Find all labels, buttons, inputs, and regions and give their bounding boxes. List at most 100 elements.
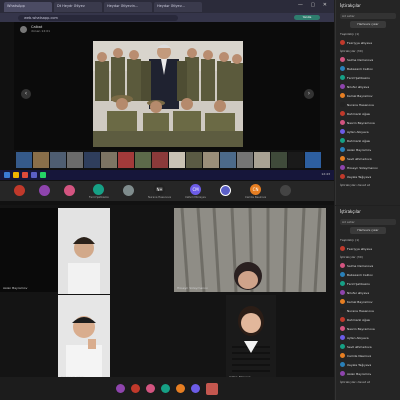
thumbnail[interactable] xyxy=(186,152,202,168)
whatsapp-icon[interactable] xyxy=(40,172,46,178)
self-view[interactable] xyxy=(206,382,218,395)
list-item[interactable]: Sevil Əhmədova xyxy=(336,342,400,351)
participant-avatar[interactable] xyxy=(176,384,185,393)
thumbnail[interactable] xyxy=(67,152,83,168)
invite-link[interactable]: İştirakçıları dəvət et xyxy=(336,181,400,189)
update-button[interactable]: Yenilə xyxy=(294,15,320,20)
list-item[interactable]: Babaxanli Cəlilov xyxy=(336,270,400,279)
list-item[interactable]: Hüseyn Süleymanov xyxy=(336,163,400,172)
start-icon[interactable] xyxy=(4,172,10,178)
list-item[interactable]: Rəhmanli Ağası xyxy=(336,315,400,324)
thumbnail[interactable] xyxy=(169,152,185,168)
mute-all-button[interactable]: Hamısını çıxar xyxy=(350,227,386,234)
url-field[interactable]: web.whatsapp.com xyxy=(18,14,178,21)
list-item[interactable]: Rəhmanli Ağası xyxy=(336,136,400,145)
thumbnail[interactable] xyxy=(33,152,49,168)
mute-all-button[interactable]: Hamısını çıxar xyxy=(350,21,386,28)
participant-avatar[interactable] xyxy=(131,384,140,393)
thumbnail[interactable] xyxy=(305,152,321,168)
participant-tile[interactable] xyxy=(64,185,75,197)
next-arrow-icon[interactable]: › xyxy=(304,89,314,99)
section-header[interactable]: İştirakçılar (30) xyxy=(336,253,400,261)
browser-icon[interactable] xyxy=(22,172,28,178)
list-item[interactable]: Aslan Bayramov xyxy=(336,369,400,378)
thumbnail[interactable] xyxy=(118,152,134,168)
list-item[interactable]: Nəsrin Bayramova xyxy=(336,324,400,333)
list-item[interactable]: Fərid Şahbazov xyxy=(336,73,400,82)
list-item[interactable]: Aytən Abiyeva xyxy=(336,127,400,136)
thumbnail[interactable] xyxy=(135,152,151,168)
list-item[interactable]: Kamal Bayramov xyxy=(336,91,400,100)
participant-avatar[interactable] xyxy=(146,384,155,393)
thumbnail[interactable] xyxy=(50,152,66,168)
list-item[interactable]: Aytən Abiyeva xyxy=(336,333,400,342)
previous-arrow-icon[interactable]: ‹ xyxy=(21,89,31,99)
participant-tile[interactable]: CM Cəfərli Mirzəyev xyxy=(185,183,206,199)
participant-avatar[interactable] xyxy=(116,384,125,393)
participant-avatar[interactable] xyxy=(161,384,170,393)
search-input[interactable]: Ad axtar xyxy=(340,219,396,225)
invite-link[interactable]: İştirakçıları dəvət et xyxy=(336,378,400,386)
thumbnail[interactable] xyxy=(101,152,117,168)
list-item[interactable]: Salma Osmanova xyxy=(336,55,400,64)
list-item[interactable]: Nuranə Həsənova xyxy=(336,306,400,315)
thumbnail[interactable] xyxy=(220,152,236,168)
list-item[interactable]: Aslan Bayramov xyxy=(336,145,400,154)
folder-icon[interactable] xyxy=(13,172,19,178)
video-tile[interactable]: Rəhmanli Ağası xyxy=(58,295,110,381)
list-item[interactable]: Fəxriyyə Əliyeva xyxy=(336,38,400,47)
browser-tab[interactable]: Heydər Əliyev... xyxy=(154,1,202,12)
browser-tab[interactable]: Dt Heydr Əliyev xyxy=(54,1,102,12)
thumbnail-strip xyxy=(14,150,321,170)
avatar xyxy=(340,147,345,152)
search-input[interactable]: Ad axtar xyxy=(340,13,396,19)
list-item[interactable]: Cəmilə Nəsirova xyxy=(336,351,400,360)
participant-name: Aslan Bayramov xyxy=(347,371,372,376)
section-header[interactable]: İştirakçılar (30) xyxy=(336,47,400,55)
list-item[interactable]: Nuranə Həsənova xyxy=(336,100,400,109)
participant-name: Xəyalə Tağıyeva xyxy=(347,174,372,179)
list-item[interactable]: Nilufər Əliyeva xyxy=(336,288,400,297)
list-item[interactable]: Xəyalə Tağıyeva xyxy=(336,360,400,369)
browser-tab[interactable]: Heydər Əliyevin... xyxy=(104,1,152,12)
thumbnail[interactable] xyxy=(237,152,253,168)
list-item[interactable]: Babaxanli Cəlilov xyxy=(336,64,400,73)
thumbnail[interactable] xyxy=(84,152,100,168)
teams-icon[interactable] xyxy=(31,172,37,178)
browser-tab[interactable]: WhatsApp xyxy=(4,1,52,12)
video-tile[interactable]: Hüseyn Süleymanov xyxy=(174,207,326,293)
participant-tile[interactable]: CN Cəmilə Nəsirova xyxy=(245,183,266,199)
participant-name: Fərid Şahbazov xyxy=(347,281,371,286)
video-tile[interactable]: Aytən Abiyeva xyxy=(226,295,276,381)
section-header[interactable]: Təşkilatçı (1) xyxy=(336,236,400,244)
media-viewer: Calbat dünən 12:01 ‹ › xyxy=(14,22,320,150)
participant-tile[interactable] xyxy=(220,185,232,197)
thumbnail[interactable] xyxy=(271,152,287,168)
participant-tile[interactable]: Fərid Şahbazov xyxy=(89,183,109,199)
thumbnail[interactable] xyxy=(288,152,304,168)
participant-tile[interactable] xyxy=(122,185,134,197)
participant-name: Nəsrin Bayramova xyxy=(347,120,375,125)
list-item[interactable]: Nilufər Əliyeva xyxy=(336,82,400,91)
list-item[interactable]: Rəhmanli Ağası xyxy=(336,109,400,118)
participant-tile[interactable]: NH Nuranə Həsənova xyxy=(148,183,171,199)
list-item[interactable]: Kamal Bayramov xyxy=(336,297,400,306)
list-item[interactable]: Salma Osmanova xyxy=(336,261,400,270)
thumbnail[interactable] xyxy=(254,152,270,168)
list-item[interactable]: Sevil Əhmədova xyxy=(336,154,400,163)
participant-tile[interactable] xyxy=(280,185,292,197)
section-header[interactable]: Təşkilatçı (1) xyxy=(336,30,400,38)
list-item[interactable]: Fərid Şahbazov xyxy=(336,279,400,288)
thumbnail[interactable] xyxy=(152,152,168,168)
participant-tile[interactable] xyxy=(14,185,25,197)
list-item[interactable]: Nəsrin Bayramova xyxy=(336,118,400,127)
thumbnail[interactable] xyxy=(203,152,219,168)
list-item[interactable]: Xəyalə Tağıyeva xyxy=(336,172,400,181)
video-tile[interactable] xyxy=(58,208,110,294)
window-controls[interactable]: — ▢ ✕ xyxy=(298,2,330,8)
participant-avatar[interactable] xyxy=(191,384,200,393)
participant-name: Fəxriyyə Əliyeva xyxy=(347,246,373,251)
thumbnail[interactable] xyxy=(16,152,32,168)
list-item[interactable]: Fəxriyyə Əliyeva xyxy=(336,244,400,253)
participant-tile[interactable] xyxy=(39,185,50,197)
